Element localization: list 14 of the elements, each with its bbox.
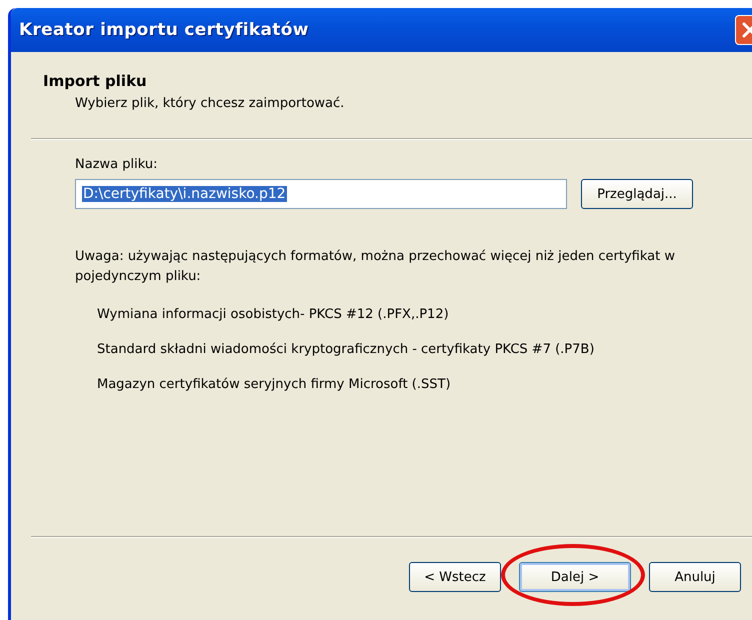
format-item: Wymiana informacji osobistych- PKCS #12 (.PFX,.P12) <box>97 307 450 322</box>
wizard-button[interactable]: < Wstecz <box>409 562 501 592</box>
wizard-button[interactable]: Anuluj <box>649 562 741 592</box>
format-item: Magazyn certyfikatów seryjnych firmy Microsoft (.SST) <box>97 377 452 392</box>
file-name-field[interactable]: D:\certyfikaty\i.nazwisko.p12 <box>75 179 567 209</box>
format-item: Standard składni wiadomości kryptograficznych - certyfikaty PKCS #7 (.P7B) <box>97 342 596 357</box>
field-label: Nazwa pliku: <box>75 157 158 172</box>
page-subtitle: Wybierz plik, który chcesz zaimportować. <box>75 96 346 111</box>
page-heading: Import pliku <box>43 72 148 90</box>
wizard-button[interactable]: Dalej > <box>519 562 631 592</box>
field-value: D:\certyfikaty\i.nazwisko.p12 <box>82 186 287 202</box>
window-title: Kreator importu certyfikatów <box>19 20 310 40</box>
browse-button[interactable]: Przeglądaj... <box>581 179 693 209</box>
note-text: Uwaga: używając następujących formatów, można przechować więcej niż jeden certyfikat w pojedynczym pliku: <box>75 248 675 286</box>
